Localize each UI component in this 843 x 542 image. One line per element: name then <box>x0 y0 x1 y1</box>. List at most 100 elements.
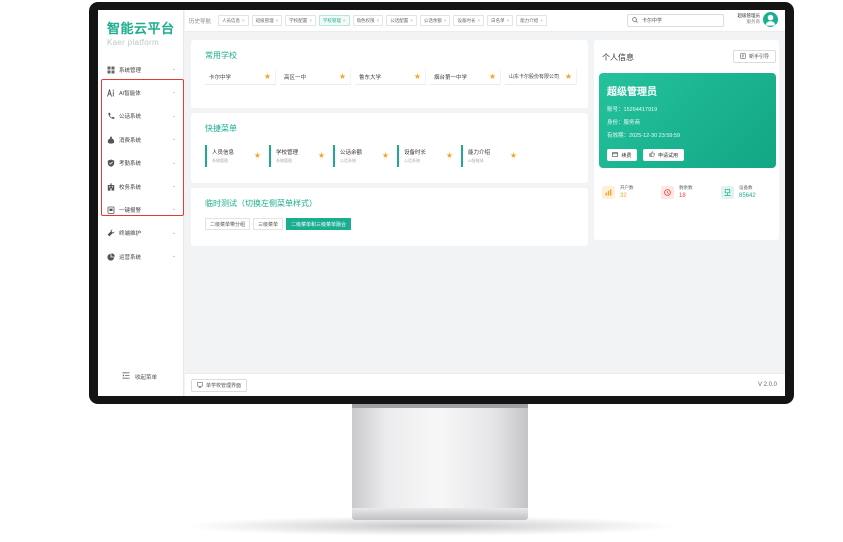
clock-icon <box>661 186 674 199</box>
version-label: V 2.0.0 <box>757 382 777 388</box>
topbar: 历史导航 人员信息 × 班级管理 × 学校配置 × 学校管理 × 角色权限 × 公话配置 ×… <box>185 10 785 32</box>
close-icon[interactable]: × <box>377 18 380 23</box>
menu-style-three-level-button[interactable]: 三级菜单 <box>253 218 284 230</box>
stat-label: 设备数 <box>739 185 753 190</box>
monitor-icon <box>197 381 203 390</box>
monitor-stand <box>352 404 528 510</box>
close-icon[interactable]: × <box>276 18 279 23</box>
tab-label: 班级管理 <box>255 17 274 23</box>
menu-style-merged-button[interactable]: 二级菜单和三级菜单融合 <box>286 218 352 230</box>
star-icon[interactable]: ★ <box>254 152 261 160</box>
star-icon[interactable]: ★ <box>382 152 389 160</box>
tab-label: 人员信息 <box>222 17 240 23</box>
single-school-button[interactable]: 单学校管理界面 <box>191 379 248 392</box>
quick-menu-list: 人员信息 系统管理 ★ 学校管理 系统管理 ★ 公话余额 公话系统 ★ 设备时长 公话系统 ★ … <box>205 145 525 167</box>
monitor-mockup: 智能云平台 Kaer platform 系统管理 ⌄ AI智能体 ⌄ 公话系统 … <box>0 0 843 542</box>
tab-label: 能力介绍 <box>520 17 539 23</box>
identity-label: 身份： <box>607 120 624 126</box>
stat-devices: 设备数 85642 <box>721 185 756 199</box>
account-role-title: 超级管理员 <box>607 87 657 98</box>
school-item[interactable]: 高区一中 ★ <box>280 69 351 85</box>
brand-title: 智能云平台 <box>107 21 175 36</box>
star-icon[interactable]: ★ <box>414 72 421 81</box>
menu-style-grouped-button[interactable]: 二级菜单带分组 <box>205 218 251 230</box>
quick-item[interactable]: 学校管理 系统管理 ★ <box>269 145 329 167</box>
quick-item[interactable]: 人员信息 系统管理 ★ <box>205 145 265 167</box>
profile-card: 个人信息 新手引导 超级管理员 账号：15264417919 身份：服务商 有效… <box>594 40 779 240</box>
apply-trial-button[interactable]: 申请试用 <box>643 149 684 161</box>
expiry-value: 2025-12-30 23:59:59 <box>629 133 681 139</box>
school-name: 烟台第一中学 <box>434 74 468 81</box>
tab-label: 白名单 <box>491 17 505 23</box>
beginner-guide-button[interactable]: 新手引导 <box>733 50 776 63</box>
sidebar-item-label: 运营系统 <box>119 254 142 261</box>
school-item[interactable]: 鲁东大学 ★ <box>355 69 426 85</box>
expiry-row: 有效期：2025-12-30 23:59:59 <box>607 131 680 139</box>
star-icon[interactable]: ★ <box>264 72 271 81</box>
common-schools-list: 卡尔中学 ★ 高区一中 ★ 鲁东大学 ★ 烟台第一中学 ★ 山东卡尔股份有限公司 ★ <box>205 69 581 85</box>
close-icon[interactable]: × <box>343 18 346 23</box>
school-item[interactable]: 山东卡尔股份有限公司 ★ <box>505 69 577 85</box>
device-icon <box>721 186 734 199</box>
star-icon[interactable]: ★ <box>339 72 346 81</box>
user-role: 服务商 <box>746 19 761 24</box>
footer: 单学校管理界面 V 2.0.0 <box>185 373 785 396</box>
quick-item[interactable]: 公话余额 公话系统 ★ <box>333 145 393 167</box>
tab-phone-config[interactable]: 公话配置 × <box>386 15 417 26</box>
tab-phone-balance[interactable]: 公话余额 × <box>419 15 451 26</box>
brand-subtitle: Kaer platform <box>107 38 159 47</box>
close-icon[interactable]: × <box>540 18 543 23</box>
identity-value: 服务商 <box>623 120 641 126</box>
close-icon[interactable]: × <box>410 18 413 23</box>
close-icon[interactable]: × <box>309 18 312 23</box>
quick-menu-title: 快捷菜单 <box>205 124 237 133</box>
expiry-label: 有效期： <box>607 133 630 139</box>
tab-whitelist[interactable]: 白名单 × <box>487 15 514 26</box>
collapse-menu-button[interactable]: 收起菜单 <box>122 372 157 381</box>
star-icon[interactable]: ★ <box>565 72 572 81</box>
quick-item[interactable]: 能力介绍 AI智能体 ★ <box>461 145 521 167</box>
renew-button[interactable]: 续费 <box>607 149 637 161</box>
quick-item[interactable]: 设备时长 公话系统 ★ <box>397 145 457 167</box>
highlight-box <box>101 79 184 216</box>
sidebar-item-operation[interactable]: 运营系统 ⌄ <box>98 245 184 268</box>
history-label: 历史导航 <box>189 19 212 25</box>
trial-label: 申请试用 <box>657 152 678 159</box>
star-icon[interactable]: ★ <box>446 152 453 160</box>
tab-school-manage[interactable]: 学校管理 × <box>318 15 350 26</box>
close-icon[interactable]: × <box>444 18 447 23</box>
school-search-input[interactable]: 卡尔中学 <box>627 14 724 27</box>
tab-roles[interactable]: 角色权限 × <box>352 15 384 26</box>
close-icon[interactable]: × <box>242 18 245 23</box>
stat-accounts: 开户数 32 <box>602 185 634 199</box>
sidebar-item-terminal[interactable]: 终端维护 ⌄ <box>98 222 184 245</box>
star-icon[interactable]: ★ <box>510 152 517 160</box>
school-name: 鲁东大学 <box>359 74 382 81</box>
school-item[interactable]: 烟台第一中学 ★ <box>430 69 501 85</box>
user-info[interactable]: 超级管理员 服务商 <box>736 13 761 25</box>
stat-remaining: 剩余数 18 <box>661 185 693 199</box>
tab-capability[interactable]: 能力介绍 × <box>516 15 547 26</box>
profile-title: 个人信息 <box>602 53 634 62</box>
brand: 智能云平台 Kaer platform <box>107 18 175 47</box>
history-tabs: 人员信息 × 班级管理 × 学校配置 × 学校管理 × 角色权限 × 公话配置 × 公话余额… <box>218 15 550 26</box>
account-label: 账号： <box>607 107 624 113</box>
avatar[interactable] <box>763 12 778 27</box>
tab-device-duration[interactable]: 设备时长 × <box>453 15 485 26</box>
star-icon[interactable]: ★ <box>489 72 496 81</box>
tab-people[interactable]: 人员信息 × <box>218 15 249 26</box>
sidebar-item-system[interactable]: 系统管理 ⌄ <box>98 58 184 81</box>
school-item[interactable]: 卡尔中学 ★ <box>205 69 276 85</box>
renew-label: 续费 <box>621 152 632 159</box>
star-icon[interactable]: ★ <box>318 152 325 160</box>
search-icon <box>632 16 638 25</box>
close-icon[interactable]: × <box>507 18 510 23</box>
stat-label: 开户数 <box>620 185 634 190</box>
tab-school-config[interactable]: 学校配置 × <box>285 15 316 26</box>
tab-class[interactable]: 班级管理 × <box>251 15 283 26</box>
stat-value: 18 <box>679 193 686 199</box>
tab-label: 设备时长 <box>457 17 476 23</box>
close-icon[interactable]: × <box>477 18 480 23</box>
chevron-down-icon: ⌄ <box>171 66 176 72</box>
wrench-icon <box>107 229 115 237</box>
